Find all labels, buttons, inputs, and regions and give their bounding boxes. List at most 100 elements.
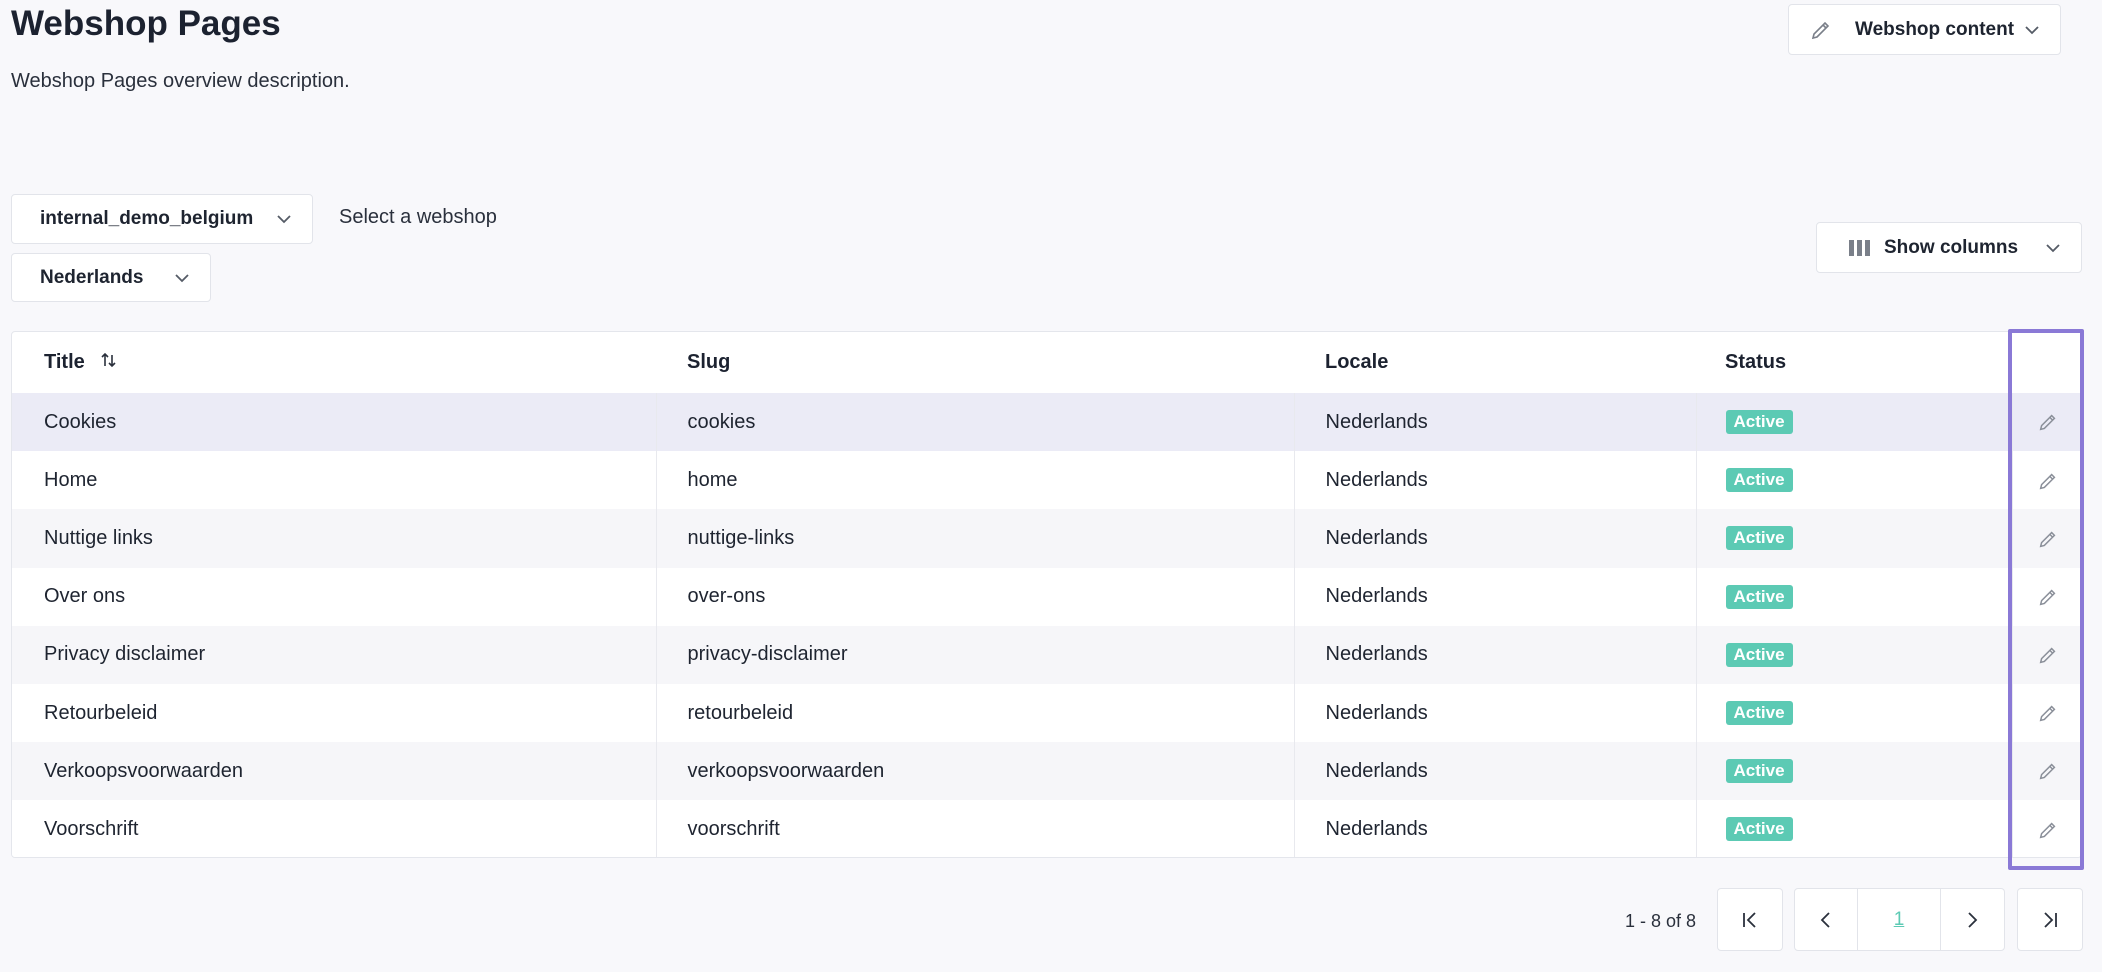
status-badge: Active <box>1725 468 1793 493</box>
table-row[interactable]: Over ons over-ons Nederlands Active <box>12 567 2081 626</box>
columns-icon <box>1849 239 1870 256</box>
cell-title: Voorschrift <box>12 800 657 857</box>
cell-slug: over-ons <box>656 567 1295 626</box>
webshop-select[interactable]: internal_demo_belgium <box>11 194 313 244</box>
webshop-select-hint: Select a webshop <box>339 206 497 228</box>
show-columns-button[interactable]: Show columns <box>1816 222 2082 273</box>
next-page-button[interactable] <box>1941 889 2004 950</box>
cell-status: Active <box>1696 625 2013 684</box>
pencil-icon <box>2039 763 2056 780</box>
pencil-icon <box>2039 705 2056 722</box>
pages-table: Title Slug Locale Status Cookies cookies… <box>11 331 2082 858</box>
pencil-icon <box>2039 589 2056 606</box>
edit-row-button[interactable] <box>2012 625 2081 684</box>
status-badge: Active <box>1725 817 1793 842</box>
webshop-select-value: internal_demo_belgium <box>40 208 254 229</box>
chevron-down-icon <box>2046 243 2060 252</box>
edit-row-button[interactable] <box>2012 683 2081 743</box>
cell-status: Active <box>1696 742 2013 801</box>
column-header-slug: Slug <box>687 351 731 373</box>
cell-status: Active <box>1696 393 2013 452</box>
webshop-pages-page: Webshop Pages Webshop Pages overview des… <box>0 0 2102 972</box>
pencil-icon <box>2039 414 2056 431</box>
cell-status: Active <box>1696 800 2013 857</box>
page-description: Webshop Pages overview description. <box>11 70 350 92</box>
cell-status: Active <box>1696 509 2013 568</box>
table-row[interactable]: Privacy disclaimer privacy-disclaimer Ne… <box>12 625 2081 684</box>
cell-locale: Nederlands <box>1294 742 1697 801</box>
column-header-status: Status <box>1725 351 1787 373</box>
column-header-locale: Locale <box>1325 351 1389 373</box>
page-number-button[interactable]: 1 <box>1858 889 1941 950</box>
cell-slug: nuttige-links <box>656 509 1295 568</box>
pencil-icon <box>1811 21 1830 39</box>
language-select[interactable]: Nederlands <box>11 253 211 302</box>
edit-row-button[interactable] <box>2012 800 2081 857</box>
cell-status: Active <box>1696 683 2013 743</box>
table-row[interactable]: Nuttige links nuttige-links Nederlands A… <box>12 509 2081 568</box>
chevron-down-icon <box>175 273 189 282</box>
cell-slug: cookies <box>656 393 1295 452</box>
column-header-title[interactable]: Title <box>12 332 656 393</box>
prev-page-button[interactable] <box>1795 889 1859 950</box>
status-badge: Active <box>1725 759 1793 784</box>
pencil-icon <box>2039 473 2056 489</box>
cell-status: Active <box>1696 451 2013 510</box>
pagination-info: 1 - 8 of 8 <box>1625 911 1697 931</box>
pagination-group: 1 <box>1794 888 2005 951</box>
chevron-down-icon <box>2025 25 2039 34</box>
status-badge: Active <box>1725 410 1793 435</box>
edit-row-button[interactable] <box>2012 742 2081 801</box>
pencil-icon <box>2039 647 2056 664</box>
first-page-icon <box>1743 911 1756 928</box>
cell-locale: Nederlands <box>1294 509 1697 568</box>
last-page-button[interactable] <box>2017 888 2083 951</box>
cell-slug: home <box>656 451 1295 510</box>
table-row[interactable]: Cookies cookies Nederlands Active <box>12 393 2081 452</box>
edit-row-button[interactable] <box>2012 451 2081 510</box>
webshop-content-label: Webshop content <box>1855 18 2015 40</box>
cell-slug: verkoopsvoorwaarden <box>656 742 1295 801</box>
status-badge: Active <box>1725 526 1793 551</box>
chevron-left-icon <box>1820 911 1830 928</box>
cell-locale: Nederlands <box>1294 567 1697 626</box>
edit-row-button[interactable] <box>2012 393 2081 452</box>
cell-title: Over ons <box>12 567 657 626</box>
cell-title: Home <box>12 451 657 510</box>
cell-title: Privacy disclaimer <box>12 625 657 684</box>
cell-locale: Nederlands <box>1294 625 1697 684</box>
column-header-actions <box>2012 332 2081 393</box>
first-page-button[interactable] <box>1717 888 1783 951</box>
cell-title: Nuttige links <box>12 509 657 568</box>
last-page-icon <box>2044 911 2057 928</box>
table-row[interactable]: Voorschrift voorschrift Nederlands Activ… <box>12 800 2081 857</box>
edit-row-button[interactable] <box>2012 509 2081 568</box>
webshop-content-menu-button[interactable]: Webshop content <box>1788 4 2061 55</box>
cell-slug: voorschrift <box>656 800 1295 857</box>
table-row[interactable]: Retourbeleid retourbeleid Nederlands Act… <box>12 683 2081 743</box>
language-select-value: Nederlands <box>40 266 144 288</box>
cell-title: Verkoopsvoorwaarden <box>12 742 657 801</box>
cell-slug: privacy-disclaimer <box>656 625 1295 684</box>
status-badge: Active <box>1725 642 1793 667</box>
show-columns-label: Show columns <box>1884 236 2019 258</box>
cell-locale: Nederlands <box>1294 451 1697 510</box>
sort-icon[interactable] <box>100 351 118 369</box>
cell-slug: retourbeleid <box>656 683 1295 743</box>
cell-locale: Nederlands <box>1294 800 1697 857</box>
edit-row-button[interactable] <box>2012 567 2081 626</box>
page-title: Webshop Pages <box>11 4 281 43</box>
table-row[interactable]: Home home Nederlands Active <box>12 451 2081 510</box>
cell-locale: Nederlands <box>1294 393 1697 452</box>
cell-title: Retourbeleid <box>12 683 657 743</box>
cell-locale: Nederlands <box>1294 683 1697 743</box>
pencil-icon <box>2039 531 2056 548</box>
chevron-down-icon <box>277 215 291 224</box>
chevron-right-icon <box>1968 911 1978 928</box>
table-row[interactable]: Verkoopsvoorwaarden verkoopsvoorwaarden … <box>12 742 2081 801</box>
status-badge: Active <box>1725 584 1793 609</box>
cell-title: Cookies <box>12 393 657 452</box>
cell-status: Active <box>1696 567 2013 626</box>
status-badge: Active <box>1725 701 1793 726</box>
pencil-icon <box>2039 822 2056 838</box>
